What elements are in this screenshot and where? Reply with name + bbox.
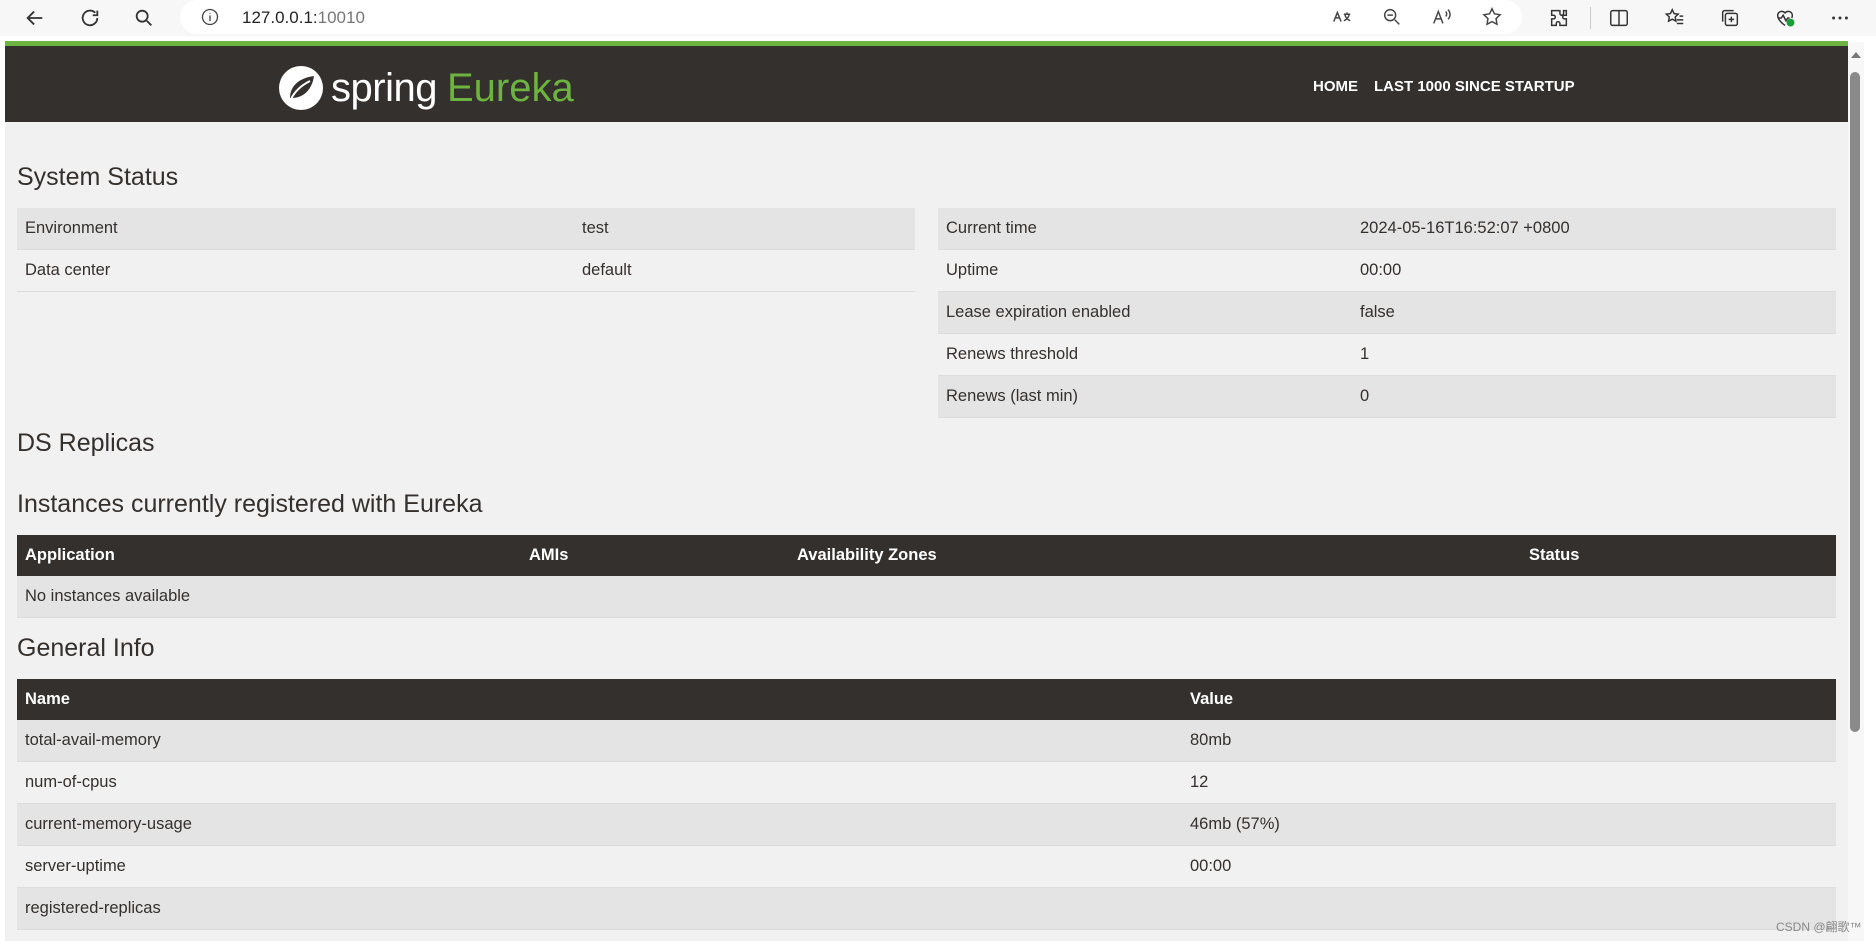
status-value: 1 — [1352, 333, 1836, 376]
status-label: Renews threshold — [938, 333, 1352, 376]
status-label: Environment — [17, 208, 574, 250]
status-value: 00:00 — [1352, 249, 1836, 292]
table-row: Renews (last min) 0 — [938, 375, 1836, 418]
instances-table: Application AMIs Availability Zones Stat… — [17, 535, 1836, 618]
scrollbar-thumb[interactable] — [1850, 72, 1860, 732]
scroll-up-arrow-icon[interactable] — [1851, 52, 1861, 58]
table-row: Environment test — [17, 208, 915, 250]
status-value: 0 — [1352, 375, 1836, 418]
toolbar-divider — [1590, 7, 1591, 29]
table-row: registered-replicas — [17, 887, 1836, 930]
status-value: false — [1352, 291, 1836, 334]
eureka-dashboard-page: spring Eureka HOME LAST 1000 SINCE START… — [5, 42, 1848, 941]
spring-eureka-logo[interactable]: spring Eureka — [277, 64, 574, 112]
favorites-icon[interactable] — [1659, 3, 1691, 33]
nav-home-link[interactable]: HOME — [1313, 78, 1358, 95]
reload-icon[interactable] — [72, 2, 108, 34]
spring-leaf-icon — [279, 66, 323, 110]
info-value: 46mb (57%) — [1182, 803, 1836, 846]
table-row: Current time 2024-05-16T16:52:07 +0800 — [938, 208, 1836, 250]
column-header-status: Status — [1521, 535, 1836, 576]
status-value: test — [574, 208, 915, 250]
status-label: Uptime — [938, 249, 1352, 292]
table-header-row: Application AMIs Availability Zones Stat… — [17, 535, 1836, 576]
info-name: current-memory-usage — [17, 803, 1182, 846]
system-status-title: System Status — [17, 163, 179, 191]
instances-title: Instances currently registered with Eure… — [17, 490, 483, 518]
table-row: No instances available — [17, 576, 1836, 618]
header-accent-bar — [5, 41, 1848, 46]
table-row: unavailable-replicas — [17, 929, 1836, 941]
table-row: total-avail-memory 80mb — [17, 720, 1836, 762]
translate-icon[interactable] — [1328, 4, 1356, 30]
system-status-left-table: Environment test Data center default — [17, 208, 915, 292]
table-row: Renews threshold 1 — [938, 333, 1836, 376]
split-screen-icon[interactable] — [1603, 3, 1635, 33]
table-row: Data center default — [17, 249, 915, 292]
no-instances-message: No instances available — [17, 576, 1836, 618]
system-status-right-table: Current time 2024-05-16T16:52:07 +0800 U… — [938, 208, 1836, 418]
status-value: 2024-05-16T16:52:07 +0800 — [1352, 208, 1836, 250]
status-label: Current time — [938, 208, 1352, 250]
general-info-table: Name Value total-avail-memory 80mb num-o… — [17, 679, 1836, 941]
status-label: Lease expiration enabled — [938, 291, 1352, 334]
info-value: 12 — [1182, 761, 1836, 804]
table-row: Lease expiration enabled false — [938, 291, 1836, 334]
column-header-name: Name — [17, 679, 1182, 720]
info-name: num-of-cpus — [17, 761, 1182, 804]
status-label: Data center — [17, 249, 574, 292]
column-header-amis: AMIs — [521, 535, 789, 576]
logo-spring-text: spring — [331, 65, 437, 110]
table-row: num-of-cpus 12 — [17, 761, 1836, 804]
read-aloud-icon[interactable] — [1428, 4, 1456, 30]
column-header-value: Value — [1182, 679, 1836, 720]
status-label: Renews (last min) — [938, 375, 1352, 418]
more-options-icon[interactable] — [1824, 3, 1856, 33]
info-value — [1182, 887, 1836, 930]
info-name: registered-replicas — [17, 887, 1182, 930]
address-bar[interactable]: 127.0.0.1:10010 — [180, 0, 1522, 34]
table-header-row: Name Value — [17, 679, 1836, 720]
back-icon[interactable] — [17, 2, 53, 34]
table-row: current-memory-usage 46mb (57%) — [17, 803, 1836, 846]
favorite-star-icon[interactable] — [1478, 4, 1506, 30]
general-info-title: General Info — [17, 634, 155, 662]
collections-icon[interactable] — [1714, 3, 1746, 33]
ds-replicas-title: DS Replicas — [17, 429, 155, 457]
table-row: Uptime 00:00 — [938, 249, 1836, 292]
info-name: unavailable-replicas — [17, 929, 1182, 941]
browser-health-icon[interactable] — [1769, 3, 1801, 33]
search-icon[interactable] — [126, 2, 162, 34]
info-value — [1182, 929, 1836, 941]
nav-last-1000-link[interactable]: LAST 1000 SINCE STARTUP — [1374, 78, 1575, 95]
extensions-icon[interactable] — [1543, 3, 1575, 33]
url-text: 127.0.0.1:10010 — [242, 8, 365, 27]
page-header: spring Eureka HOME LAST 1000 SINCE START… — [5, 46, 1848, 122]
info-value: 80mb — [1182, 720, 1836, 762]
info-value: 00:00 — [1182, 845, 1836, 888]
logo-eureka-text: Eureka — [446, 65, 574, 110]
table-row: server-uptime 00:00 — [17, 845, 1836, 888]
column-header-availability-zones: Availability Zones — [789, 535, 1521, 576]
browser-toolbar: 127.0.0.1:10010 — [0, 0, 1876, 36]
column-header-application: Application — [17, 535, 521, 576]
zoom-out-icon[interactable] — [1378, 4, 1406, 30]
csdn-watermark: CSDN @翩歌™ — [1776, 920, 1862, 934]
info-name: total-avail-memory — [17, 720, 1182, 762]
site-info-icon[interactable] — [200, 7, 220, 27]
status-value: default — [574, 249, 915, 292]
info-name: server-uptime — [17, 845, 1182, 888]
